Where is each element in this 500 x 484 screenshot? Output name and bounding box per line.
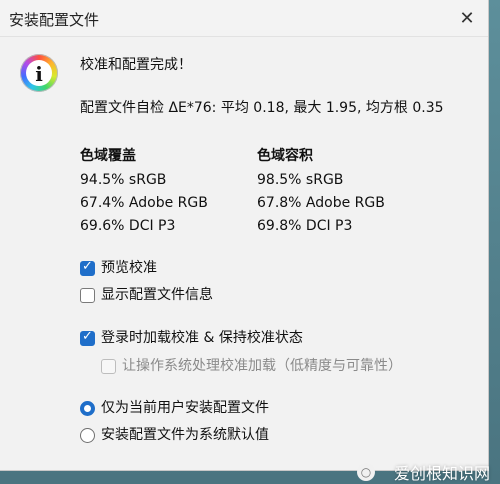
info-icon: i (20, 54, 58, 92)
close-button[interactable]: ✕ (454, 6, 480, 30)
show-profile-info-label: 显示配置文件信息 (101, 287, 213, 303)
gamut-coverage-heading: 色域覆盖 (80, 148, 136, 164)
close-icon: ✕ (459, 7, 475, 29)
preview-calibration-label: 预览校准 (101, 260, 157, 276)
install-system-default-label: 安装配置文件为系统默认值 (101, 427, 269, 443)
window-title: 安装配置文件 (9, 11, 100, 29)
volume-adobe-rgb: 67.8% Adobe RGB (257, 195, 385, 211)
gamut-volume-heading: 色域容积 (257, 148, 313, 164)
install-system-default-radio[interactable] (80, 428, 95, 443)
titlebar: 安装配置文件 ✕ (0, 0, 488, 37)
preview-calibration-checkbox[interactable] (80, 259, 95, 276)
show-profile-info-checkbox[interactable] (80, 288, 95, 303)
self-check-result: 配置文件自检 ΔE*76: 平均 0.18, 最大 1.95, 均方根 0.35 (80, 100, 444, 116)
install-profile-dialog: 安装配置文件 ✕ i 校准和配置完成！ 配置文件自检 ΔE*76: 平均 0.1… (0, 0, 489, 471)
coverage-srgb: 94.5% sRGB (80, 172, 167, 188)
message-title: 校准和配置完成！ (80, 57, 192, 73)
coverage-adobe-rgb: 67.4% Adobe RGB (80, 195, 208, 211)
volume-dci-p3: 69.8% DCI P3 (257, 218, 353, 234)
install-current-user-label: 仅为当前用户安装配置文件 (101, 400, 269, 416)
volume-srgb: 98.5% sRGB (257, 172, 344, 188)
let-os-handle-checkbox[interactable] (101, 359, 116, 374)
watermark-text: 爱创根知识网 (393, 464, 490, 483)
load-on-login-label: 登录时加载校准 & 保持校准状态 (101, 330, 303, 346)
coverage-dci-p3: 69.6% DCI P3 (80, 218, 176, 234)
install-current-user-radio[interactable] (80, 401, 95, 416)
load-on-login-checkbox[interactable] (80, 329, 95, 346)
let-os-handle-label: 让操作系统处理校准加载（低精度与可靠性） (122, 358, 402, 374)
watermark-logo: ○ (357, 463, 375, 481)
